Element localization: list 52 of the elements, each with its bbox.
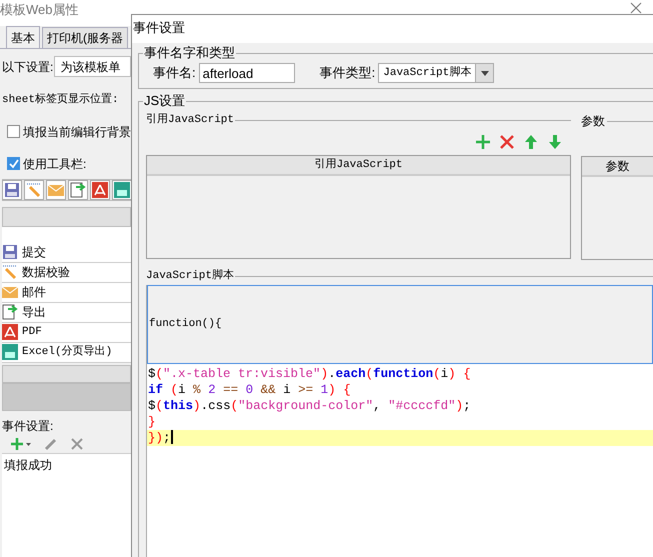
type-select[interactable]: JavaScript脚本 [378,63,494,83]
setting-label: 以下设置: [2,58,54,76]
tab[interactable]: 打印机(服务器 [42,27,128,48]
up-arrow-icon[interactable] [523,134,539,150]
group-legend: JS设置 [143,93,186,109]
tab[interactable]: 基本 [6,26,40,48]
toolbar-item[interactable]: PDF [22,324,42,340]
add-icon[interactable] [10,436,32,450]
code-line: if (i % 2 == 0 && i >= 1) { [147,382,352,398]
down-arrow-icon[interactable] [547,134,563,150]
caret-icon [475,64,494,82]
column-header[interactable]: 引用JavaScript [147,156,570,176]
code-line: $(".x-table tr:visible").each(function(i) { [147,366,472,382]
save-icon[interactable] [2,180,22,200]
event-item[interactable]: 填报成功 [4,456,52,474]
toolbar-item[interactable]: Excel(分页导出) [22,344,112,360]
checkbox[interactable] [7,157,20,170]
option-label: 使用工具栏: [23,156,86,172]
group-legend: 参数 [581,112,605,130]
code-line: } [147,414,157,430]
group-legend: JavaScript脚本 [146,268,234,284]
column-header[interactable]: 参数 [582,157,653,177]
pencil-icon[interactable] [44,436,58,450]
code-line: $(this).css("background-color", "#ccccfd"); [147,398,472,414]
checkbox[interactable] [7,125,20,138]
field-label: 事件名: [153,64,196,82]
pdf-icon[interactable] [90,180,110,200]
pencil-icon[interactable] [24,180,44,200]
excel-icon[interactable] [112,180,131,200]
group-legend: 事件名字和类型 [143,45,236,61]
toolbar-item[interactable]: 导出 [22,303,46,321]
group-legend: 引用JavaScript [146,112,234,128]
field-label: 事件类型: [320,64,376,82]
window-title: 模板Web属性 [0,1,78,19]
toolbar-item[interactable]: 邮件 [22,283,46,301]
export-icon[interactable] [68,180,88,200]
setting-select[interactable]: 为该模板单 [54,56,131,77]
add-icon[interactable] [475,134,491,150]
name-field[interactable]: afterload [198,63,295,83]
events-label: 事件设置: [2,418,54,434]
pencil-icon [2,264,18,280]
code-line: function(){ [148,316,222,332]
option-label: 填报当前编辑行背景 [23,124,131,140]
toolbar-item[interactable]: 提交 [22,243,46,261]
code-editor[interactable]: function(){ $(".x-table tr:visible").each(function(i) { if (i % 2 == 0 && i >= 1) { $(this).css("background-color", "#ccccfd"); } }); [146,284,653,557]
close-icon[interactable] [499,134,515,150]
toolbar-item[interactable]: 数据校验 [22,263,70,281]
excel-icon [2,344,18,360]
sheet-label: sheet标签页显示位置: [2,92,119,108]
close-icon[interactable] [630,2,642,14]
dialog-title: 事件设置 [132,19,185,37]
close-icon[interactable] [70,436,84,450]
